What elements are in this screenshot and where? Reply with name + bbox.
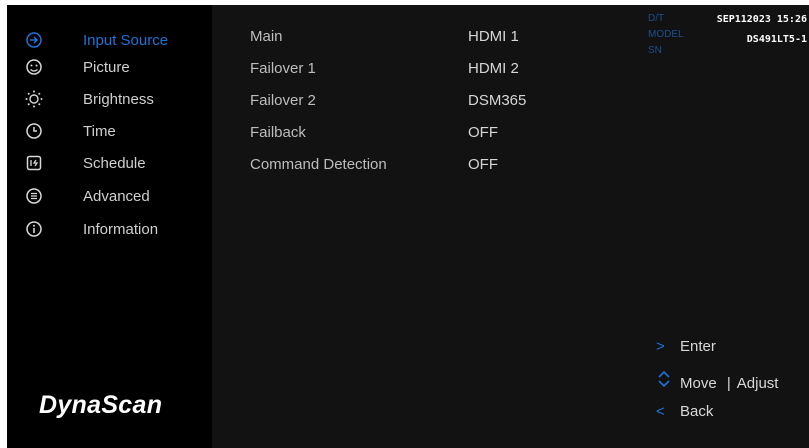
dynascan-logo: DynaScan [39, 391, 163, 419]
advanced-icon [25, 187, 43, 205]
sidebar-item-label: Brightness [83, 90, 154, 108]
model-value: DS491LT5-1 [746, 34, 807, 45]
setting-label: Failback [250, 124, 306, 141]
osd-menu: Input Source Picture Brightness Time Sch [7, 5, 809, 448]
sidebar-item-input-source[interactable]: Input Source [25, 27, 168, 53]
sidebar-item-information[interactable]: Information [25, 216, 158, 242]
setting-row-command-detection[interactable]: Command Detection OFF [212, 153, 638, 177]
back-hint-label: Back [680, 403, 714, 420]
setting-row-failback[interactable]: Failback OFF [212, 121, 638, 145]
up-down-arrows-icon [656, 370, 680, 392]
info-panel: D/T MODEL SN SEP112023 15:26 DS491LT5-1 … [638, 5, 809, 448]
setting-row-failover-2[interactable]: Failover 2 DSM365 [212, 89, 638, 113]
setting-label: Command Detection [250, 156, 387, 173]
sidebar: Input Source Picture Brightness Time Sch [7, 5, 212, 448]
setting-label: Failover 1 [250, 60, 316, 77]
input-source-icon [25, 31, 43, 49]
setting-value: HDMI 1 [468, 28, 519, 45]
hint-separator: | [726, 375, 731, 392]
sidebar-item-picture[interactable]: Picture [25, 54, 130, 80]
enter-hint: > Enter [656, 338, 716, 355]
sn-label: SN [648, 45, 662, 56]
back-arrow-icon: < [656, 403, 665, 420]
move-hint-label: Move [680, 375, 717, 392]
sidebar-item-label: Time [83, 122, 116, 140]
sidebar-item-time[interactable]: Time [25, 118, 116, 144]
setting-row-failover-1[interactable]: Failover 1 HDMI 2 [212, 57, 638, 81]
model-label: MODEL [648, 29, 684, 40]
setting-value: DSM365 [468, 92, 527, 109]
settings-panel: Main HDMI 1 Failover 1 HDMI 2 Failover 2… [212, 5, 638, 448]
back-hint: < Back [656, 403, 713, 420]
datetime-value: SEP112023 15:26 [716, 14, 807, 25]
sidebar-item-label: Schedule [83, 154, 146, 172]
adjust-hint-label: Adjust [736, 375, 779, 392]
sidebar-item-advanced[interactable]: Advanced [25, 183, 150, 209]
setting-row-main[interactable]: Main HDMI 1 [212, 25, 638, 49]
move-adjust-hint: Move | Adjust [656, 370, 778, 392]
sidebar-item-label: Advanced [83, 187, 150, 205]
setting-label: Main [250, 28, 283, 45]
clock-icon [25, 122, 43, 140]
enter-arrow-icon: > [656, 338, 665, 355]
setting-value: OFF [468, 156, 498, 173]
brightness-icon [25, 90, 43, 108]
setting-value: OFF [468, 124, 498, 141]
sidebar-item-label: Input Source [83, 31, 169, 49]
schedule-icon [25, 154, 43, 172]
information-icon [25, 220, 43, 238]
enter-hint-label: Enter [680, 338, 716, 355]
sidebar-item-label: Picture [83, 58, 130, 76]
setting-value: HDMI 2 [468, 60, 519, 77]
sidebar-item-schedule[interactable]: Schedule [25, 150, 146, 176]
picture-icon [25, 58, 43, 76]
sidebar-item-brightness[interactable]: Brightness [25, 86, 154, 112]
setting-label: Failover 2 [250, 92, 316, 109]
dt-label: D/T [648, 13, 665, 24]
sidebar-item-label: Information [83, 220, 159, 238]
